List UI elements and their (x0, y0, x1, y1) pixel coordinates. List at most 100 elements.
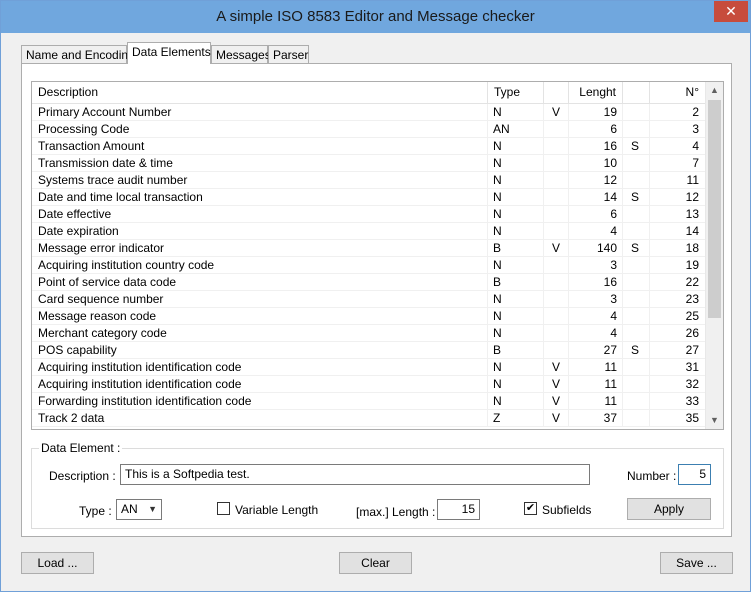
cell-length: 11 (569, 393, 623, 410)
table-row[interactable]: Acquiring institution country code N 3 19 (32, 257, 705, 274)
table-row[interactable]: Transmission date & time N 10 7 (32, 155, 705, 172)
cell-length: 11 (569, 376, 623, 393)
cell-length: 3 (569, 291, 623, 308)
table-row[interactable]: Forwarding institution identification co… (32, 393, 705, 410)
cell-type: B (488, 240, 544, 257)
cell-subfields (623, 393, 650, 410)
header-type[interactable]: Type (488, 82, 544, 104)
cell-variable: V (544, 240, 569, 257)
cell-length: 10 (569, 155, 623, 172)
tab-messages[interactable]: Messages (211, 45, 271, 64)
tab-name-and-encoding[interactable]: Name and Encoding (21, 45, 135, 64)
data-element-group-title: Data Element : (39, 441, 123, 455)
cell-number: 35 (685, 411, 699, 425)
grid-vertical-scrollbar[interactable]: ▲ ▼ (705, 82, 723, 429)
chevron-down-icon: ▼ (148, 504, 157, 514)
cell-number: 7 (692, 156, 699, 170)
cell-description: Track 2 data (32, 410, 488, 427)
description-input[interactable]: This is a Softpedia test. (120, 464, 590, 485)
table-row[interactable]: Processing Code AN 6 3 (32, 121, 705, 138)
cell-subfields (623, 325, 650, 342)
cell-description: Date effective (32, 206, 488, 223)
cell-subfields (623, 121, 650, 138)
cell-length: 3 (569, 257, 623, 274)
table-row[interactable]: Message reason code N 4 25 (32, 308, 705, 325)
number-input[interactable]: 5 (678, 464, 711, 485)
cell-type: N (488, 138, 544, 155)
cell-variable: V (544, 104, 569, 121)
header-variable[interactable] (544, 82, 569, 104)
cell-type: N (488, 155, 544, 172)
cell-subfields: S (623, 138, 650, 155)
table-row[interactable]: Card sequence number N 3 23 (32, 291, 705, 308)
cell-length: 6 (569, 121, 623, 138)
cell-variable (544, 308, 569, 325)
cell-type: N (488, 376, 544, 393)
table-row[interactable]: Transaction Amount N 16 S 4 (32, 138, 705, 155)
cell-subfields (623, 206, 650, 223)
cell-length: 4 (569, 308, 623, 325)
cell-number: 26 (685, 326, 699, 340)
grid-header: Description Type Lenght N° (32, 82, 705, 104)
table-row[interactable]: Point of service data code B 16 22 (32, 274, 705, 291)
cell-type: B (488, 274, 544, 291)
cell-type: N (488, 206, 544, 223)
check-icon: ✔ (525, 502, 536, 514)
table-row[interactable]: Date expiration N 4 14 (32, 223, 705, 240)
cell-variable: V (544, 393, 569, 410)
table-row[interactable]: Track 2 data Z V 37 35 (32, 410, 705, 427)
scroll-up-icon[interactable]: ▲ (706, 82, 723, 99)
data-elements-grid[interactable]: Description Type Lenght N° Primary Accou… (31, 81, 724, 430)
table-row[interactable]: Date and time local transaction N 14 S 12 (32, 189, 705, 206)
cell-type: N (488, 325, 544, 342)
apply-button[interactable]: Apply (627, 498, 711, 520)
scrollbar-thumb[interactable] (708, 100, 721, 318)
variable-length-checkbox[interactable] (217, 502, 230, 515)
cell-subfields: S (623, 189, 650, 206)
table-row[interactable]: Acquiring institution identification cod… (32, 376, 705, 393)
table-row[interactable]: Systems trace audit number N 12 11 (32, 172, 705, 189)
cell-number: 12 (685, 190, 699, 204)
table-row[interactable]: Message error indicator B V 140 S 18 (32, 240, 705, 257)
cell-number: 25 (685, 309, 699, 323)
table-row[interactable]: Date effective N 6 13 (32, 206, 705, 223)
cell-type: B (488, 342, 544, 359)
cell-variable: V (544, 359, 569, 376)
subfields-checkbox[interactable]: ✔ (524, 502, 537, 515)
header-subfields[interactable] (623, 82, 650, 104)
table-row[interactable]: Primary Account Number N V 19 2 (32, 104, 705, 121)
header-number[interactable]: N° (650, 82, 705, 104)
tab-parser[interactable]: Parser (268, 45, 309, 64)
cell-description: Date and time local transaction (32, 189, 488, 206)
load-button[interactable]: Load ... (21, 552, 94, 574)
cell-type: Z (488, 410, 544, 427)
tab-data-elements[interactable]: Data Elements (127, 42, 211, 64)
table-row[interactable]: Acquiring institution identification cod… (32, 359, 705, 376)
cell-variable (544, 155, 569, 172)
cell-number: 13 (685, 207, 699, 221)
cell-length: 4 (569, 223, 623, 240)
cell-variable (544, 121, 569, 138)
cell-number: 23 (685, 292, 699, 306)
cell-length: 12 (569, 172, 623, 189)
cell-subfields (623, 257, 650, 274)
close-button[interactable]: ✕ (714, 1, 748, 22)
subfields-label[interactable]: Subfields (542, 503, 591, 517)
title-bar: A simple ISO 8583 Editor and Message che… (1, 1, 750, 33)
variable-length-label[interactable]: Variable Length (235, 503, 318, 517)
cell-variable (544, 206, 569, 223)
header-description[interactable]: Description (32, 82, 488, 104)
app-window: A simple ISO 8583 Editor and Message che… (0, 0, 751, 592)
cell-length: 16 (569, 138, 623, 155)
type-select[interactable]: AN ▼ (116, 499, 162, 520)
cell-number: 27 (685, 343, 699, 357)
max-length-input[interactable]: 15 (437, 499, 480, 520)
save-button[interactable]: Save ... (660, 552, 733, 574)
clear-button[interactable]: Clear (339, 552, 412, 574)
table-row[interactable]: Merchant category code N 4 26 (32, 325, 705, 342)
description-label: Description : (49, 469, 116, 483)
scroll-down-icon[interactable]: ▼ (706, 412, 723, 429)
cell-description: Card sequence number (32, 291, 488, 308)
table-row[interactable]: POS capability B 27 S 27 (32, 342, 705, 359)
header-length[interactable]: Lenght (569, 82, 623, 104)
